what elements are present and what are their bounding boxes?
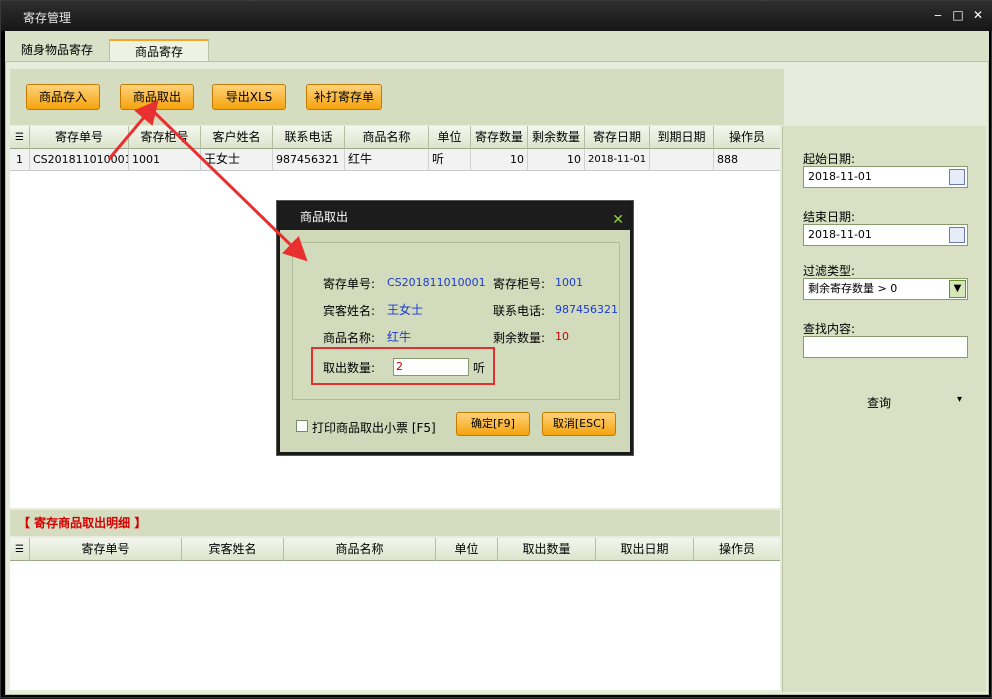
dialog-title-text: 商品取出 bbox=[300, 210, 349, 224]
col-customer[interactable]: 客户姓名 bbox=[201, 126, 273, 149]
col-order-no[interactable]: 寄存单号 bbox=[30, 126, 129, 149]
start-date-value: 2018-11-01 bbox=[808, 170, 872, 183]
cell-product: 红牛 bbox=[345, 149, 429, 170]
confirm-button[interactable]: 确定[F9] bbox=[456, 412, 530, 436]
maximize-button[interactable]: □ bbox=[950, 7, 966, 23]
col-operator[interactable]: 操作员 bbox=[714, 126, 780, 149]
withdraw-qty-input[interactable]: 2 bbox=[393, 358, 469, 376]
query-button[interactable]: 查询 bbox=[867, 394, 891, 411]
tab-personal-items[interactable]: 随身物品寄存 bbox=[9, 39, 105, 61]
cell-unit: 听 bbox=[429, 149, 471, 170]
cell-phone: 987456321 bbox=[273, 149, 345, 170]
withdraw-button[interactable]: 商品取出 bbox=[120, 84, 194, 110]
table-row[interactable]: 1 CS201811010001 1001 王女士 987456321 红牛 听… bbox=[10, 149, 780, 171]
grid-header: ☰ 寄存单号 寄存柜号 客户姓名 联系电话 商品名称 单位 寄存数量 剩余数量 … bbox=[10, 126, 780, 149]
query-dropdown-icon[interactable]: ▾ bbox=[957, 394, 962, 405]
cell-date: 2018-11-01 bbox=[585, 149, 650, 170]
highlight-box: 取出数量: 2 听 bbox=[311, 347, 495, 385]
detail-col-qty[interactable]: 取出数量 bbox=[498, 538, 596, 561]
remain-label: 剩余数量: bbox=[493, 331, 546, 345]
deposit-button[interactable]: 商品存入 bbox=[26, 84, 100, 110]
detail-grid: ☰ 寄存单号 宾客姓名 商品名称 单位 取出数量 取出日期 操作员 bbox=[10, 538, 780, 690]
detail-col-operator[interactable]: 操作员 bbox=[694, 538, 780, 561]
window-title: 寄存管理 bbox=[23, 11, 72, 25]
withdraw-unit: 听 bbox=[473, 361, 486, 375]
cabinet-value: 1001 bbox=[555, 276, 583, 289]
print-receipt-label[interactable]: 打印商品取出小票 [F5] bbox=[312, 419, 436, 436]
minimize-button[interactable]: ‒ bbox=[930, 7, 946, 23]
calendar-icon[interactable] bbox=[949, 227, 965, 243]
detail-grid-menu-icon[interactable]: ☰ bbox=[10, 538, 30, 561]
search-label: 查找内容: bbox=[803, 322, 856, 336]
guest-value: 王女士 bbox=[387, 303, 424, 317]
col-qty[interactable]: 寄存数量 bbox=[471, 126, 528, 149]
end-date-value: 2018-11-01 bbox=[808, 228, 872, 241]
detail-col-order-no[interactable]: 寄存单号 bbox=[30, 538, 182, 561]
col-due[interactable]: 到期日期 bbox=[650, 126, 714, 149]
col-cabinet[interactable]: 寄存柜号 bbox=[129, 126, 201, 149]
col-phone[interactable]: 联系电话 bbox=[273, 126, 345, 149]
filter-panel: 起始日期: 2018-11-01 结束日期: 2018-11-01 过滤类型: … bbox=[782, 126, 986, 692]
detail-section-title: 【 寄存商品取出明细 】 bbox=[10, 510, 780, 536]
col-unit[interactable]: 单位 bbox=[429, 126, 471, 149]
product-value: 红牛 bbox=[387, 330, 412, 344]
product-label: 商品名称: bbox=[323, 331, 376, 345]
grid-menu-icon[interactable]: ☰ bbox=[10, 126, 30, 149]
order-no-label: 寄存单号: bbox=[323, 277, 376, 291]
main-window: 寄存管理 ‒ □ ✕ 随身物品寄存 商品寄存 商品存入 商品取出 导出XLS 补… bbox=[0, 0, 992, 698]
cell-order-no: CS201811010001 bbox=[30, 149, 129, 170]
withdraw-dialog: 商品取出 ✕ 寄存单号: CS201811010001 寄存柜号: 1001 宾… bbox=[277, 201, 633, 455]
calendar-icon[interactable] bbox=[949, 169, 965, 185]
phone-value: 987456321 bbox=[555, 303, 618, 316]
col-product[interactable]: 商品名称 bbox=[345, 126, 429, 149]
phone-label: 联系电话: bbox=[493, 304, 546, 318]
reprint-button[interactable]: 补打寄存单 bbox=[306, 84, 382, 110]
filter-type-value: 剩余寄存数量 > 0 bbox=[808, 282, 898, 295]
detail-grid-header: ☰ 寄存单号 宾客姓名 商品名称 单位 取出数量 取出日期 操作员 bbox=[10, 538, 780, 561]
col-remain[interactable]: 剩余数量 bbox=[528, 126, 585, 149]
export-xls-button[interactable]: 导出XLS bbox=[212, 84, 286, 110]
withdraw-qty-label: 取出数量: bbox=[323, 361, 376, 375]
filter-type-label: 过滤类型: bbox=[803, 264, 856, 278]
cell-qty: 10 bbox=[471, 149, 528, 170]
detail-col-guest[interactable]: 宾客姓名 bbox=[182, 538, 284, 561]
tab-goods-deposit[interactable]: 商品寄存 bbox=[109, 39, 209, 61]
start-date-field[interactable]: 2018-11-01 bbox=[803, 166, 968, 188]
tab-bar: 随身物品寄存 商品寄存 bbox=[5, 31, 989, 61]
end-date-field[interactable]: 2018-11-01 bbox=[803, 224, 968, 246]
remain-value: 10 bbox=[555, 330, 569, 343]
cancel-button[interactable]: 取消[ESC] bbox=[542, 412, 616, 436]
cell-remain: 10 bbox=[528, 149, 585, 170]
detail-col-unit[interactable]: 单位 bbox=[436, 538, 498, 561]
cabinet-label: 寄存柜号: bbox=[493, 277, 546, 291]
dialog-close-icon[interactable]: ✕ bbox=[612, 207, 624, 233]
col-date[interactable]: 寄存日期 bbox=[585, 126, 650, 149]
toolbar: 商品存入 商品取出 导出XLS 补打寄存单 bbox=[10, 69, 784, 125]
dialog-title: 商品取出 ✕ bbox=[280, 204, 630, 230]
close-button[interactable]: ✕ bbox=[970, 7, 986, 23]
end-date-label: 结束日期: bbox=[803, 210, 856, 224]
cell-operator: 888 bbox=[717, 153, 738, 166]
row-index: 1 bbox=[10, 149, 30, 170]
detail-col-date[interactable]: 取出日期 bbox=[596, 538, 694, 561]
title-bar: 寄存管理 ‒ □ ✕ bbox=[1, 1, 992, 31]
chevron-down-icon[interactable]: ▼ bbox=[949, 280, 966, 298]
print-receipt-checkbox[interactable] bbox=[296, 420, 308, 432]
guest-label: 宾客姓名: bbox=[323, 304, 376, 318]
order-no-value: CS201811010001 bbox=[387, 276, 486, 289]
cell-customer: 王女士 bbox=[201, 149, 273, 170]
dialog-body: 寄存单号: CS201811010001 寄存柜号: 1001 宾客姓名: 王女… bbox=[292, 242, 620, 400]
filter-type-select[interactable]: 剩余寄存数量 > 0 ▼ bbox=[803, 278, 968, 300]
start-date-label: 起始日期: bbox=[803, 152, 856, 166]
search-input[interactable] bbox=[803, 336, 968, 358]
cell-cabinet: 1001 bbox=[129, 149, 201, 170]
detail-col-product[interactable]: 商品名称 bbox=[284, 538, 436, 561]
cell-due bbox=[650, 149, 714, 170]
